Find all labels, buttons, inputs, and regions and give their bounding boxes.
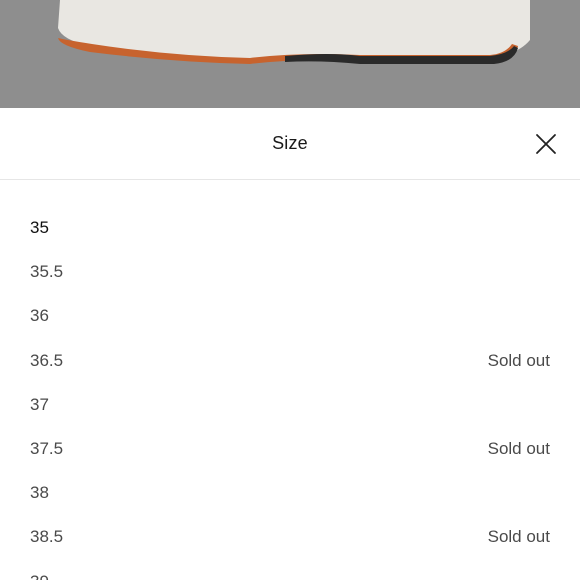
size-option[interactable]: 38.5 Sold out [0, 515, 580, 559]
size-option[interactable]: 39 [0, 560, 580, 580]
size-value: 35 [30, 218, 49, 238]
size-option[interactable]: 35 [0, 206, 580, 250]
product-image-backdrop [0, 0, 580, 112]
shoe-image [0, 0, 580, 112]
screen: Size 35 35.5 36 36.5 Sold out 37 37.5 So… [0, 0, 580, 580]
size-list: 35 35.5 36 36.5 Sold out 37 37.5 Sold ou… [0, 180, 580, 580]
availability-status: Sold out [487, 527, 550, 547]
size-option[interactable]: 37.5 Sold out [0, 427, 580, 471]
close-icon [536, 134, 556, 154]
size-value: 39 [30, 572, 49, 580]
size-value: 35.5 [30, 262, 64, 282]
sheet-header: Size [0, 108, 580, 180]
size-value: 37 [30, 394, 49, 414]
size-value: 36 [30, 306, 49, 326]
size-value: 38.5 [30, 527, 64, 547]
size-value: 36.5 [30, 350, 64, 370]
size-value: 38 [30, 483, 49, 503]
size-option[interactable]: 37 [0, 383, 580, 427]
size-option[interactable]: 36.5 Sold out [0, 339, 580, 383]
size-option[interactable]: 38 [0, 471, 580, 515]
size-option[interactable]: 35.5 [0, 250, 580, 294]
size-option[interactable]: 36 [0, 294, 580, 338]
sheet-title: Size [272, 133, 308, 153]
availability-status: Sold out [487, 439, 550, 459]
size-value: 37.5 [30, 439, 64, 459]
close-button[interactable] [534, 132, 558, 156]
size-selector-sheet: Size 35 35.5 36 36.5 Sold out 37 37.5 So… [0, 108, 580, 580]
availability-status: Sold out [487, 350, 550, 370]
